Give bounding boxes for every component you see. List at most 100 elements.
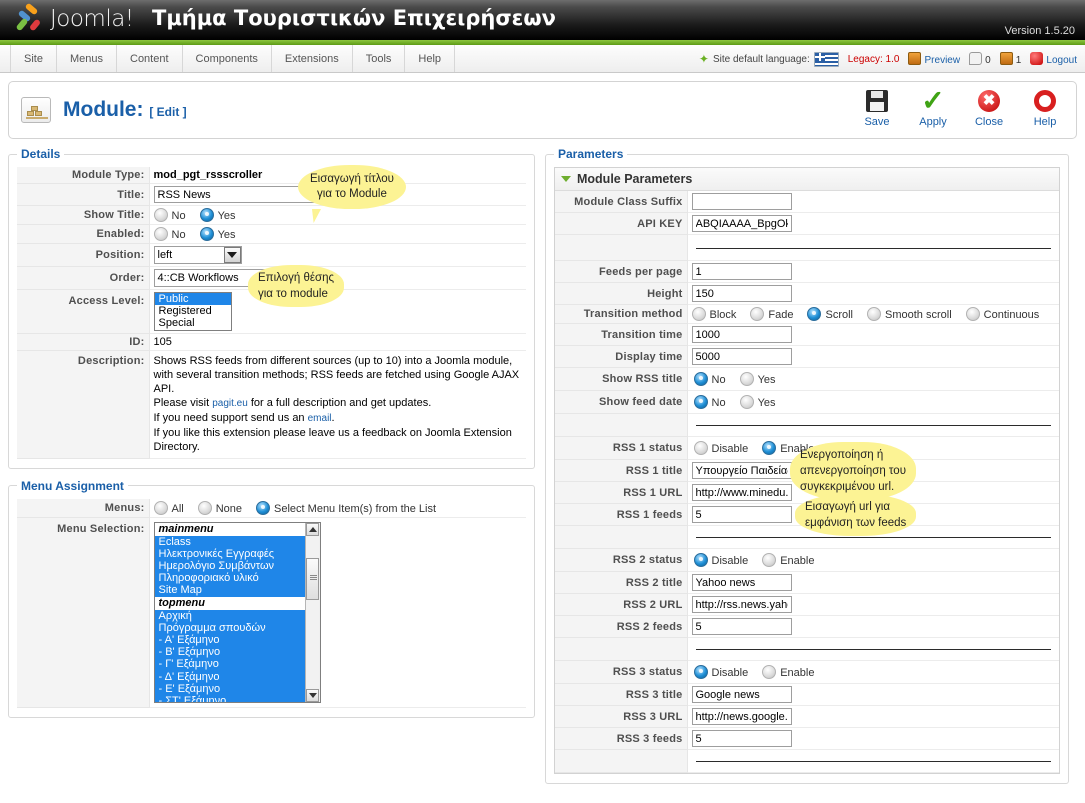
scroll-up-icon[interactable] <box>306 522 319 536</box>
close-button[interactable]: ✖ Close <box>968 87 1010 128</box>
rss1-url-input[interactable] <box>691 484 792 501</box>
logout-control[interactable]: Logout <box>1030 52 1077 66</box>
scrollbar-track[interactable] <box>306 535 319 689</box>
height-input[interactable] <box>691 285 792 302</box>
row-id: ID: 105 <box>17 333 526 351</box>
menu-item-option[interactable]: - Α' Εξάμηνο <box>154 634 305 647</box>
feeds-per-page-input[interactable] <box>691 263 792 280</box>
visit-prefix: Please visit <box>153 396 213 409</box>
support-prefix: If you need support send us an <box>153 411 308 424</box>
save-button[interactable]: Save <box>856 87 898 128</box>
transition-smooth-scroll-radio[interactable] <box>867 307 881 321</box>
access-level-option[interactable]: Special <box>155 317 231 329</box>
api-key-input[interactable] <box>691 215 792 232</box>
menu-item-option[interactable]: - ΣΤ' Εξάμηνο <box>154 695 305 702</box>
menu-item-menus[interactable]: Menus <box>57 45 117 72</box>
preview-icon <box>908 52 922 65</box>
menu-item-option[interactable]: Πληροφοριακό υλικό <box>154 572 305 585</box>
menu-item-help[interactable]: Help <box>405 45 456 72</box>
menus-all-label: All <box>171 502 184 515</box>
left-column: Details Module Type: mod_pgt_rssscroller… <box>8 147 535 728</box>
menu-item-components[interactable]: Components <box>183 45 272 72</box>
menus-select-radio[interactable] <box>256 500 271 515</box>
help-button-label: Help <box>1033 116 1057 128</box>
help-button[interactable]: Help <box>1024 87 1066 128</box>
rss1-title-input[interactable] <box>691 462 792 479</box>
preview-label[interactable]: Preview <box>925 55 961 66</box>
access-level-option[interactable]: Registered <box>155 305 231 317</box>
transition-block-radio[interactable] <box>691 307 706 321</box>
transition-fade-radio[interactable] <box>750 307 765 321</box>
description-line: Shows RSS feeds from different sources (… <box>153 354 513 367</box>
rss2-disable-radio[interactable] <box>693 553 708 567</box>
menu-item-extensions[interactable]: Extensions <box>272 45 353 72</box>
access-level-listbox[interactable]: Public Registered Special <box>153 292 232 331</box>
module-class-suffix-input[interactable] <box>691 193 792 210</box>
enabled-no-radio[interactable] <box>153 227 168 241</box>
order-select[interactable]: 4::CB Workflows <box>153 269 299 287</box>
position-select[interactable]: left <box>153 246 242 264</box>
scroll-down-icon[interactable] <box>306 688 319 702</box>
menu-item-option[interactable]: - Δ' Εξάμηνο <box>154 670 305 683</box>
row-enabled: Enabled: No Yes <box>17 224 526 244</box>
visit-suffix: for a full description and get updates. <box>247 396 432 409</box>
transition-time-label: Transition time <box>555 323 688 346</box>
preview-link[interactable]: Preview <box>908 52 960 66</box>
menu-selection-listbox[interactable]: mainmenu Eclass Ηλεκτρονικές Εγγραφές Ημ… <box>153 521 321 703</box>
row-separator <box>555 234 1059 261</box>
rss3-url-input[interactable] <box>691 708 792 725</box>
menu-item-option[interactable]: Ημερολόγιο Συμβάντων <box>154 560 305 573</box>
rss1-feeds-input[interactable] <box>691 506 792 523</box>
row-rss2-feeds: RSS 2 feeds <box>555 615 1059 638</box>
menu-item-option[interactable]: Ηλεκτρονικές Εγγραφές <box>154 547 305 561</box>
menu-item-content[interactable]: Content <box>117 45 183 72</box>
logout-label[interactable]: Logout <box>1046 55 1077 66</box>
menu-item-option[interactable]: Site Map <box>154 584 305 597</box>
rss2-url-input[interactable] <box>691 596 792 613</box>
transition-continuous-radio[interactable] <box>965 307 980 321</box>
display-time-input[interactable] <box>691 348 792 365</box>
menus-none-label: None <box>215 502 243 515</box>
show-feed-date-yes-radio[interactable] <box>739 395 754 409</box>
pagit-link[interactable]: pagit.eu <box>212 398 248 409</box>
menu-item-option[interactable]: Eclass <box>154 535 305 548</box>
module-parameters-header[interactable]: Module Parameters <box>555 168 1059 191</box>
email-link[interactable]: email <box>308 413 332 424</box>
apply-button[interactable]: ✓ Apply <box>912 87 954 129</box>
menu-item-site[interactable]: Site <box>10 45 57 72</box>
enabled-yes-radio[interactable] <box>199 227 214 241</box>
scrollbar-thumb[interactable] <box>306 557 319 600</box>
show-title-no-radio[interactable] <box>153 208 168 222</box>
rss1-disable-radio[interactable] <box>693 441 708 455</box>
listbox-scrollbar[interactable] <box>304 522 320 702</box>
access-level-option[interactable]: Public <box>154 293 231 306</box>
rss2-title-input[interactable] <box>691 574 792 591</box>
rss3-feeds-input[interactable] <box>691 730 792 747</box>
menus-all-radio[interactable] <box>153 500 168 515</box>
messages-indicator[interactable]: 0 <box>969 52 991 66</box>
rss3-enable-radio[interactable] <box>762 665 777 679</box>
title-input[interactable] <box>153 186 364 203</box>
menu-item-option[interactable]: Αρχική <box>154 609 305 622</box>
menu-item-option[interactable]: - Ε' Εξάμηνο <box>154 682 305 696</box>
users-online-indicator[interactable]: 1 <box>999 52 1021 66</box>
show-feed-date-no-radio[interactable] <box>693 395 708 409</box>
rss3-title-input[interactable] <box>691 686 792 703</box>
show-rss-title-yes-radio[interactable] <box>739 372 754 386</box>
menus-none-radio[interactable] <box>197 500 212 515</box>
menu-item-option[interactable]: Πρόγραμμα σπουδών <box>154 621 305 635</box>
show-title-label: Show Title: <box>17 205 150 225</box>
rss1-enable-radio[interactable] <box>762 441 777 455</box>
rss3-disable-radio[interactable] <box>693 665 708 679</box>
menu-item-option[interactable]: - Γ' Εξάμηνο <box>154 658 305 671</box>
rss2-enable-radio[interactable] <box>762 553 777 567</box>
show-rss-title-no-radio[interactable] <box>693 372 708 386</box>
collapse-triangle-icon[interactable] <box>561 176 571 182</box>
transition-scroll-radio[interactable] <box>807 307 822 321</box>
transition-time-input[interactable] <box>691 326 792 343</box>
menu-item-tools[interactable]: Tools <box>353 45 406 72</box>
show-title-yes-radio[interactable] <box>199 208 214 222</box>
rss2-feeds-input[interactable] <box>691 618 792 635</box>
menu-selection-label: Menu Selection: <box>17 517 150 708</box>
menu-item-option[interactable]: - Β' Εξάμηνο <box>154 646 305 659</box>
